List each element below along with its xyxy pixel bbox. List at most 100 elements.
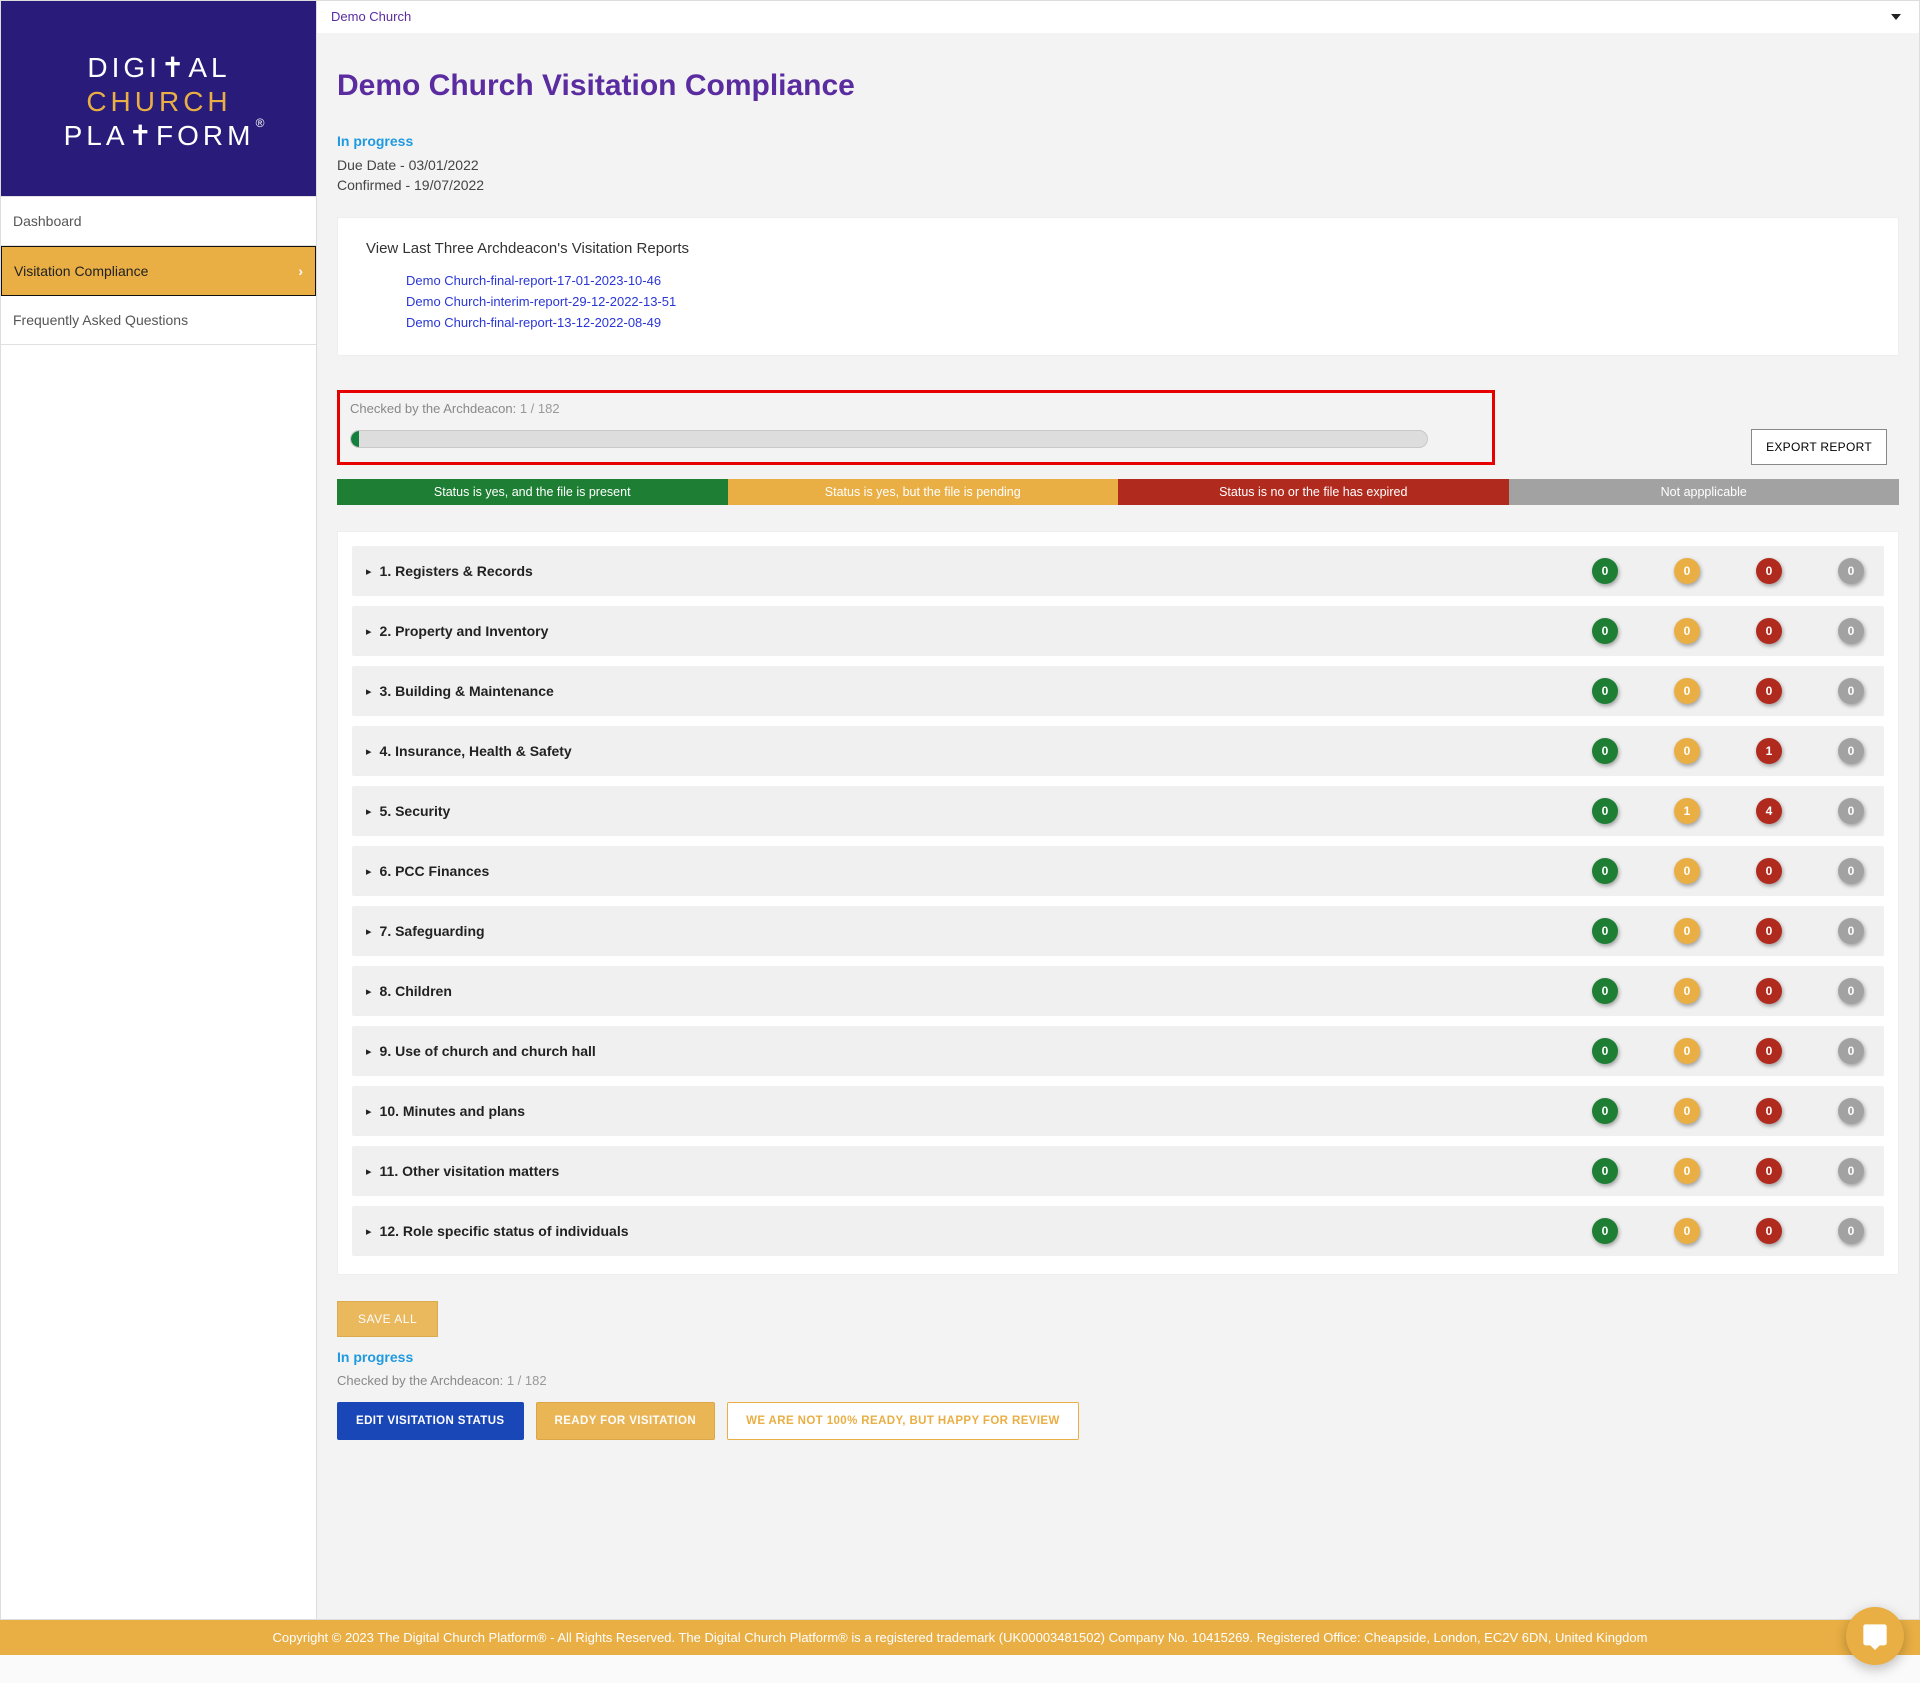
badge-yellow: 0 [1674, 1098, 1700, 1124]
export-report-button[interactable]: EXPORT REPORT [1751, 429, 1887, 465]
section-label: 11. Other visitation matters [380, 1163, 1592, 1179]
sidebar-item-visitation-compliance[interactable]: Visitation Compliance › [1, 246, 316, 296]
legend-grey: Not appplicable [1509, 479, 1900, 505]
sidebar-item-label: Dashboard [13, 213, 82, 229]
badge-yellow: 1 [1674, 798, 1700, 824]
badge-yellow: 0 [1674, 678, 1700, 704]
progress-count: 1 / 182 [520, 401, 560, 416]
topbar: Demo Church [317, 1, 1919, 33]
edit-visitation-status-button[interactable]: EDIT VISITATION STATUS [337, 1402, 524, 1440]
progress-row: Checked by the Archdeacon: 1 / 182 EXPOR… [337, 390, 1899, 465]
content: Demo Church Visitation Compliance In pro… [317, 33, 1919, 1619]
sidebar-item-dashboard[interactable]: Dashboard › [1, 197, 316, 246]
disclosure-icon: ▸ [366, 865, 372, 878]
badge-grey: 0 [1838, 618, 1864, 644]
chevron-right-icon: › [298, 263, 303, 279]
section-badges: 0 0 0 0 [1592, 1098, 1870, 1124]
badge-red: 0 [1756, 558, 1782, 584]
bottom-status: In progress [337, 1349, 1899, 1365]
chat-widget-button[interactable] [1846, 1607, 1904, 1665]
badge-grey: 0 [1838, 1098, 1864, 1124]
bottom-checked-count: 1 / 182 [507, 1373, 547, 1388]
logo-line-3: PLA✝FORM [63, 120, 254, 151]
badge-red: 0 [1756, 978, 1782, 1004]
legend-yellow: Status is yes, but the file is pending [728, 479, 1119, 505]
disclosure-icon: ▸ [366, 1045, 372, 1058]
disclosure-icon: ▸ [366, 565, 372, 578]
section-label: 5. Security [380, 803, 1592, 819]
footer: Copyright © 2023 The Digital Church Plat… [0, 1620, 1920, 1655]
logo-line-1: DIGI✝AL [87, 52, 230, 83]
badge-green: 0 [1592, 678, 1618, 704]
badge-green: 0 [1592, 978, 1618, 1004]
section-row[interactable]: ▸7. Safeguarding0000 [352, 906, 1884, 956]
section-badges: 0000 [1592, 1038, 1870, 1064]
section-badges: 0010 [1592, 738, 1870, 764]
section-row[interactable]: ▸5. Security0140 [352, 786, 1884, 836]
badge-green: 0 [1592, 558, 1618, 584]
badge-green: 0 [1592, 1158, 1618, 1184]
section-row[interactable]: ▸11. Other visitation matters0000 [352, 1146, 1884, 1196]
sidebar-item-label: Visitation Compliance [14, 263, 148, 279]
badge-green: 0 [1592, 1098, 1618, 1124]
disclosure-icon: ▸ [366, 685, 372, 698]
legend-green: Status is yes, and the file is present [337, 479, 728, 505]
badge-red: 0 [1756, 918, 1782, 944]
section-badges: 0000 [1592, 618, 1870, 644]
section-row[interactable]: ▸2. Property and Inventory0000 [352, 606, 1884, 656]
badge-grey: 0 [1838, 678, 1864, 704]
logo-reg-mark: ® [255, 116, 268, 130]
section-row[interactable]: ▸1. Registers & Records0000 [352, 546, 1884, 596]
progress-block: Checked by the Archdeacon: 1 / 182 [337, 390, 1495, 465]
badge-red: 0 [1756, 618, 1782, 644]
happy-for-review-button[interactable]: WE ARE NOT 100% READY, BUT HAPPY FOR REV… [727, 1402, 1079, 1440]
section-row[interactable]: ▸12. Role specific status of individuals… [352, 1206, 1884, 1256]
badge-yellow: 0 [1674, 738, 1700, 764]
badge-red: 0 [1756, 678, 1782, 704]
section-row[interactable]: ▸9. Use of church and church hall0000 [352, 1026, 1884, 1076]
breadcrumb[interactable]: Demo Church [331, 9, 411, 24]
badge-yellow: 0 [1674, 858, 1700, 884]
confirmed: Confirmed - 19/07/2022 [337, 177, 1899, 193]
section-label: 3. Building & Maintenance [380, 683, 1592, 699]
section-badges: 0000 [1592, 978, 1870, 1004]
logo: DIGI✝AL CHURCH PLA✝FORM ® [1, 1, 316, 196]
bottom-checked: Checked by the Archdeacon: 1 / 182 [337, 1373, 1899, 1388]
disclosure-icon: ▸ [366, 1165, 372, 1178]
save-all-button[interactable]: SAVE ALL [337, 1301, 438, 1337]
report-link[interactable]: Demo Church-interim-report-29-12-2022-13… [406, 292, 1870, 313]
section-label: 6. PCC Finances [380, 863, 1592, 879]
sidebar-item-faq[interactable]: Frequently Asked Questions › [1, 296, 316, 345]
progress-bar-fill [351, 431, 359, 447]
due-date: Due Date - 03/01/2022 [337, 157, 1899, 173]
disclosure-icon: ▸ [366, 805, 372, 818]
section-row[interactable]: ▸10. Minutes and plans0000 [352, 1086, 1884, 1136]
section-row[interactable]: ▸8. Children0000 [352, 966, 1884, 1016]
badge-grey: 0 [1838, 558, 1864, 584]
badge-green: 0 [1592, 1218, 1618, 1244]
badge-yellow: 0 [1674, 558, 1700, 584]
section-row[interactable]: ▸3. Building & Maintenance0000 [352, 666, 1884, 716]
section-badges: 0000 [1592, 1218, 1870, 1244]
section-badges: 0 0 0 0 [1592, 678, 1870, 704]
report-link[interactable]: Demo Church-final-report-13-12-2022-08-4… [406, 313, 1870, 334]
report-link[interactable]: Demo Church-final-report-17-01-2023-10-4… [406, 271, 1870, 292]
badge-yellow: 0 [1674, 618, 1700, 644]
section-row[interactable]: ▸4. Insurance, Health & Safety0010 [352, 726, 1884, 776]
reports-list: Demo Church-final-report-17-01-2023-10-4… [366, 271, 1870, 333]
badge-green: 0 [1592, 738, 1618, 764]
progress-label: Checked by the Archdeacon: 1 / 182 [350, 401, 1482, 416]
badge-green: 0 [1592, 798, 1618, 824]
section-row[interactable]: ▸6. PCC Finances0000 [352, 846, 1884, 896]
ready-for-visitation-button[interactable]: READY FOR VISITATION [536, 1402, 716, 1440]
badge-yellow: 0 [1674, 918, 1700, 944]
section-label: 1. Registers & Records [380, 563, 1592, 579]
sections-card: ▸1. Registers & Records0000▸2. Property … [337, 531, 1899, 1275]
badge-red: 0 [1756, 1098, 1782, 1124]
badge-grey: 0 [1838, 978, 1864, 1004]
user-menu-caret-icon[interactable] [1891, 14, 1901, 20]
badge-green: 0 [1592, 858, 1618, 884]
badge-grey: 0 [1838, 1158, 1864, 1184]
chat-icon [1861, 1622, 1889, 1650]
section-badges: 0 0 0 0 [1592, 558, 1870, 584]
